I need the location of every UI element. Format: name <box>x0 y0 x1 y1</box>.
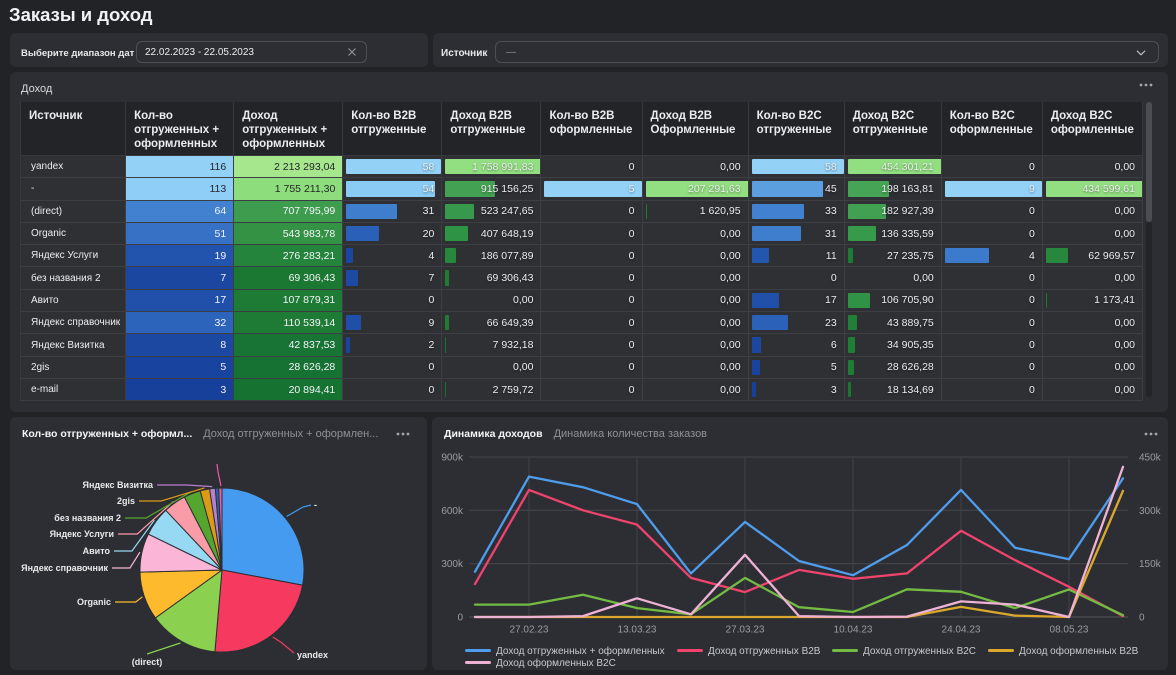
svg-text:0: 0 <box>457 613 463 624</box>
svg-text:150k: 150k <box>1139 559 1162 570</box>
svg-text:24.04.23: 24.04.23 <box>942 625 981 636</box>
svg-text:Яндекс справочник: Яндекс справочник <box>21 563 108 573</box>
svg-text:(direct): (direct) <box>132 657 163 667</box>
svg-text:yandex: yandex <box>297 650 328 660</box>
svg-text:13.03.23: 13.03.23 <box>618 625 657 636</box>
svg-text:300k: 300k <box>441 559 464 570</box>
svg-text:27.02.23: 27.02.23 <box>510 625 549 636</box>
svg-text:10.04.23: 10.04.23 <box>834 625 873 636</box>
svg-text:0: 0 <box>1139 613 1145 624</box>
svg-text:Яндекс Визитка: Яндекс Визитка <box>83 480 154 490</box>
svg-text:300k: 300k <box>1139 506 1162 517</box>
svg-text:08.05.23: 08.05.23 <box>1050 625 1089 636</box>
svg-text:900k: 900k <box>441 453 464 464</box>
svg-text:Авито: Авито <box>83 546 111 556</box>
svg-text:450k: 450k <box>1139 453 1162 464</box>
svg-text:2gis: 2gis <box>117 496 135 506</box>
svg-text:27.03.23: 27.03.23 <box>726 625 765 636</box>
svg-text:-: - <box>314 500 317 510</box>
svg-text:Яндекс Услуги: Яндекс Услуги <box>50 529 114 539</box>
svg-text:без названия 2: без названия 2 <box>54 513 121 523</box>
svg-text:Organic: Organic <box>77 597 111 607</box>
svg-text:600k: 600k <box>441 506 464 517</box>
